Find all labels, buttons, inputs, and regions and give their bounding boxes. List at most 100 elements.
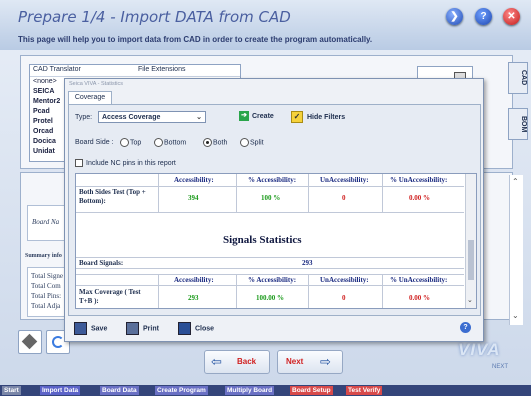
grid-line [158,174,159,212]
chevron-down-icon: ⌄ [196,114,202,121]
board-side-group: Board Side : Top Bottom Both Split [72,136,476,150]
radio-split[interactable]: Split [236,138,264,147]
grid-line [76,268,464,269]
max-header-unaccessibility: UnAccessibility: [320,276,369,284]
back-button[interactable]: ⇦ Back [204,350,270,374]
max-pct-unaccessibility: 0.00 % [409,294,430,302]
grid-line [236,274,237,308]
scroll-down-icon[interactable]: ⌄ [467,296,473,304]
page-subtitle: This page will help you to import data f… [18,35,373,44]
next-label: Next [286,357,304,366]
save-icon [74,322,87,335]
total-adjacent-label: Total Adja [31,302,61,310]
save-button[interactable]: Save [74,322,107,335]
save-label: Save [91,325,108,333]
tab-bom[interactable]: BOM [508,108,528,140]
grid-line [382,274,383,308]
close-icon[interactable]: ✕ [503,8,520,25]
radio-top-label: Top [130,139,142,147]
grid-line [308,174,309,212]
hide-filters-toggle[interactable]: ✓ Hide Filters [291,111,345,123]
list-item[interactable]: Unidat [33,148,55,155]
print-icon [126,322,139,335]
scroll-thumb[interactable] [468,240,474,280]
scroll-up-icon[interactable]: ⌃ [512,177,519,186]
create-button[interactable]: ➔ Create [239,111,274,123]
list-item[interactable]: SEICA [33,88,54,95]
list-item[interactable]: <none> [33,78,57,85]
cad-list-header: CAD Translator File Extensions [30,65,240,77]
tab-coverage[interactable]: Coverage [68,91,112,104]
board-name-label: Board Na [32,218,60,226]
hide-filters-check-icon: ✓ [291,111,303,123]
nc-pins-checkbox[interactable]: Include NC pins in this report [75,159,176,167]
type-label: Type: [75,114,93,121]
grid-line [76,186,464,187]
header-accessibility: Accessibility: [174,176,214,184]
door-icon [178,322,191,335]
list-item[interactable]: Pcad [33,108,50,115]
forward-icon[interactable]: ❯ [446,8,463,25]
back-label: Back [237,357,257,366]
grid-line [158,274,159,308]
checkbox-icon [75,159,83,167]
close-button[interactable]: Close [178,322,214,335]
header-pct-accessibility: % Accessibility: [248,176,297,184]
step-start[interactable]: Start [2,386,21,395]
radio-split-label: Split [250,139,264,147]
help-icon[interactable]: ? [475,8,492,25]
step-import-data[interactable]: Import Data [40,386,81,395]
grid-line [76,212,464,213]
type-select[interactable]: Access Coverage ⌄ [98,111,206,123]
panel-scrollbar[interactable]: ⌃ ⌄ [509,175,523,325]
step-board-data[interactable]: Board Data [100,386,139,395]
radio-split-icon [240,138,249,147]
radio-both[interactable]: Both [199,138,227,147]
max-accessibility: 293 [188,294,199,302]
board-side-label: Board Side : [75,139,114,146]
step-multiply-board[interactable]: Multiply Board [225,386,275,395]
row1-unaccessibility: 0 [342,194,346,202]
list-item[interactable]: Orcad [33,128,53,135]
next-button[interactable]: Next ⇨ [277,350,343,374]
radio-bottom[interactable]: Bottom [150,138,186,147]
max-pct-accessibility: 100.00 % [256,294,284,302]
list-item[interactable]: Mentor2 [33,98,60,105]
next-arrow-icon: ⇨ [320,354,331,369]
radio-bottom-icon [154,138,163,147]
hide-filters-label: Hide Filters [307,113,346,121]
scroll-down-icon[interactable]: ⌄ [512,311,519,320]
both-sides-label: Both Sides Test (Top + Bottom): [79,188,146,205]
radio-both-label: Both [213,139,228,147]
header-unaccessibility: UnAccessibility: [320,176,369,184]
tab-cad[interactable]: CAD [508,62,528,94]
create-arrow-icon: ➔ [239,111,249,122]
wizard-steps: Start Import Data Board Data Create Prog… [0,385,531,396]
dialog-help-icon[interactable]: ? [460,322,471,333]
cad-col-translator: CAD Translator [33,66,81,73]
viva-logo: VIVA [458,340,501,359]
list-item[interactable]: Protel [33,118,53,125]
statistics-dialog: Seica VIVA - Statistics Coverage Type: A… [64,78,484,342]
step-test-verify[interactable]: Test Verify [346,386,383,395]
total-pins-label: Total Pins: [31,292,62,300]
grid-line [76,257,464,258]
radio-top[interactable]: Top [116,138,141,147]
step-create-program[interactable]: Create Program [155,386,208,395]
radio-both-icon [203,138,212,147]
create-label: Create [252,113,274,120]
report-scrollbar[interactable]: ⌄ [465,174,476,308]
report-view[interactable]: Both Sides Test (Top + Bottom): Accessib… [75,173,477,309]
max-unaccessibility: 0 [342,294,346,302]
grid-line [236,174,237,212]
step-board-setup[interactable]: Board Setup [290,386,333,395]
signals-statistics-title: Signals Statistics [223,234,302,246]
nc-pins-label: Include NC pins in this report [86,159,176,167]
list-item[interactable]: Docica [33,138,56,145]
brush-icon[interactable] [18,330,42,354]
print-button[interactable]: Print [126,322,159,335]
row1-pct-unaccessibility: 0.00 % [409,194,430,202]
page-title: Prepare 1/4 - Import DATA from CAD [18,8,291,26]
grid-line [308,274,309,308]
side-tabs: CAD BOM [508,62,528,158]
